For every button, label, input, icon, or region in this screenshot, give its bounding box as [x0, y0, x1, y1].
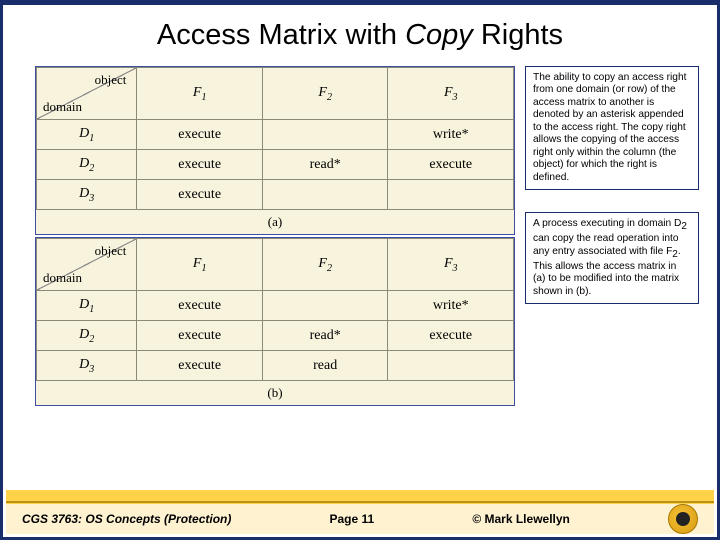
footer-page: Page 11 [330, 512, 375, 526]
domain-label: domain [43, 99, 82, 115]
matrix-b: object domain F1 F2 F3 D1 execute write*… [35, 237, 515, 406]
row-D3: D3 [37, 351, 137, 381]
col-F2: F2 [262, 68, 388, 120]
cell-a-d2f3: execute [388, 150, 514, 180]
cell-b-d1f2 [262, 291, 388, 321]
cell-a-d2f1: execute [137, 150, 263, 180]
cell-b-d2f1: execute [137, 321, 263, 351]
cell-b-d1f3: write* [388, 291, 514, 321]
cell-b-d1f1: execute [137, 291, 263, 321]
side-panels: The ability to copy an access right from… [525, 66, 699, 406]
row-D1: D1 [37, 120, 137, 150]
row-D2: D2 [37, 150, 137, 180]
title-post: Rights [473, 19, 563, 51]
cell-b-d3f3 [388, 351, 514, 381]
cell-a-d2f2: read* [262, 150, 388, 180]
caption-a: (a) [36, 210, 514, 234]
p2-pre: A process executing in domain D [533, 218, 681, 229]
title-pre: Access Matrix with [157, 19, 405, 51]
ucf-logo-icon [668, 504, 698, 534]
matrix-a: object domain F1 F2 F3 D1 execute write*… [35, 66, 515, 235]
title-emph: Copy [405, 19, 473, 51]
matrix-tables: object domain F1 F2 F3 D1 execute write*… [21, 66, 515, 406]
cell-a-d1f2 [262, 120, 388, 150]
col-F3: F3 [388, 239, 514, 291]
cell-b-d2f3: execute [388, 321, 514, 351]
col-F1: F1 [137, 239, 263, 291]
cell-b-d2f2: read* [262, 321, 388, 351]
object-label: object [95, 72, 127, 88]
row-D3: D3 [37, 180, 137, 210]
col-F2: F2 [262, 239, 388, 291]
row-D2: D2 [37, 321, 137, 351]
cell-a-d3f2 [262, 180, 388, 210]
matrix-a-header-corner: object domain [37, 68, 137, 120]
caption-b: (b) [36, 381, 514, 405]
object-label: object [95, 243, 127, 259]
footer-author: © Mark Llewellyn [472, 512, 570, 526]
col-F3: F3 [388, 68, 514, 120]
panel-example-desc: A process executing in domain D2 can cop… [525, 212, 699, 304]
cell-a-d3f1: execute [137, 180, 263, 210]
panel-copy-right-desc: The ability to copy an access right from… [525, 66, 699, 190]
footer-course: CGS 3763: OS Concepts (Protection) [22, 512, 231, 526]
cell-a-d3f3 [388, 180, 514, 210]
row-D1: D1 [37, 291, 137, 321]
domain-label: domain [43, 270, 82, 286]
cell-b-d3f2: read [262, 351, 388, 381]
cell-b-d3f1: execute [137, 351, 263, 381]
p2-mid: can copy the read operation into any ent… [533, 233, 679, 256]
matrix-b-header-corner: object domain [37, 239, 137, 291]
cell-a-d1f3: write* [388, 120, 514, 150]
footer: CGS 3763: OS Concepts (Protection) Page … [6, 490, 714, 534]
cell-a-d1f1: execute [137, 120, 263, 150]
col-F1: F1 [137, 68, 263, 120]
page-title: Access Matrix with Copy Rights [21, 19, 699, 52]
content-area: object domain F1 F2 F3 D1 execute write*… [21, 66, 699, 406]
